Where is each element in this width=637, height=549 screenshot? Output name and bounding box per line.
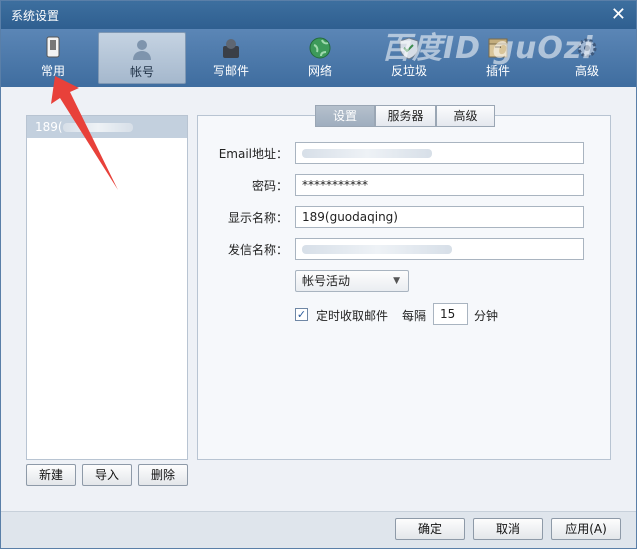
apply-button[interactable]: 应用(A) bbox=[551, 518, 621, 540]
import-account-button[interactable]: 导入 bbox=[82, 464, 132, 486]
toolbar-label-compose: 写邮件 bbox=[212, 64, 249, 78]
tab-server[interactable]: 服务器 bbox=[375, 105, 436, 127]
interval-input[interactable]: 15 bbox=[433, 303, 468, 325]
settings-panel: Email地址： 密码： *********** 显示名称： 189(guoda… bbox=[197, 115, 611, 460]
account-activity-select[interactable]: 帐号活动 ▼ bbox=[295, 270, 409, 292]
redacted-text bbox=[62, 123, 133, 132]
window-title: 系统设置 bbox=[11, 9, 60, 23]
phone-icon bbox=[40, 36, 66, 60]
sender-name-label: 发信名称： bbox=[227, 243, 288, 257]
delete-account-button[interactable]: 删除 bbox=[138, 464, 188, 486]
interval-unit: 分钟 bbox=[474, 309, 499, 323]
display-name-field[interactable]: 189(guodaqing) bbox=[295, 206, 584, 228]
settings-window: 系统设置 ✕ 常用 帐号 写邮件 网络 反垃圾 插件 高级 189(新建 导入… bbox=[0, 0, 637, 549]
sender-name-field[interactable] bbox=[295, 238, 584, 260]
tab-settings[interactable]: 设置 bbox=[315, 105, 375, 127]
compose-icon bbox=[218, 36, 244, 60]
auto-fetch-checkbox[interactable]: ✓ bbox=[295, 308, 308, 321]
account-list-item[interactable]: 189( bbox=[27, 116, 187, 138]
account-list[interactable]: 189( bbox=[26, 115, 188, 460]
chevron-down-icon: ▼ bbox=[393, 276, 400, 286]
email-field[interactable] bbox=[295, 142, 584, 164]
redacted-email bbox=[302, 149, 432, 158]
footer-bar: 确定 取消 应用(A) bbox=[1, 511, 636, 548]
account-label: 189( bbox=[35, 120, 63, 134]
auto-fetch-label: 定时收取邮件 bbox=[316, 309, 389, 323]
person-icon bbox=[129, 37, 155, 61]
watermark-text: 百度ID guOzi bbox=[381, 31, 594, 66]
toolbar-label-network: 网络 bbox=[307, 64, 332, 78]
toolbar-item-network[interactable]: 网络 bbox=[276, 32, 364, 84]
password-field[interactable]: *********** bbox=[295, 174, 584, 196]
cancel-button[interactable]: 取消 bbox=[473, 518, 543, 540]
toolbar-label-general: 常用 bbox=[40, 64, 65, 78]
new-account-button[interactable]: 新建 bbox=[26, 464, 76, 486]
email-label: Email地址： bbox=[218, 147, 288, 161]
interval-prefix: 每隔 bbox=[402, 309, 427, 323]
content-area: 189( 新建 导入 删除 Email地址： 密码： *********** 显… bbox=[1, 87, 636, 511]
display-name-label: 显示名称： bbox=[227, 211, 288, 225]
toolbar-item-compose[interactable]: 写邮件 bbox=[187, 32, 275, 84]
password-label: 密码： bbox=[251, 179, 288, 193]
account-activity-value: 帐号活动 bbox=[302, 274, 351, 288]
redacted-sender bbox=[302, 245, 452, 254]
ok-button[interactable]: 确定 bbox=[395, 518, 465, 540]
toolbar-item-general[interactable]: 常用 bbox=[9, 32, 97, 84]
tab-advanced[interactable]: 高级 bbox=[436, 105, 495, 127]
close-icon[interactable]: ✕ bbox=[611, 4, 626, 25]
toolbar-label-account: 帐号 bbox=[129, 65, 154, 79]
globe-icon bbox=[307, 36, 333, 60]
toolbar-item-account[interactable]: 帐号 bbox=[98, 32, 186, 84]
